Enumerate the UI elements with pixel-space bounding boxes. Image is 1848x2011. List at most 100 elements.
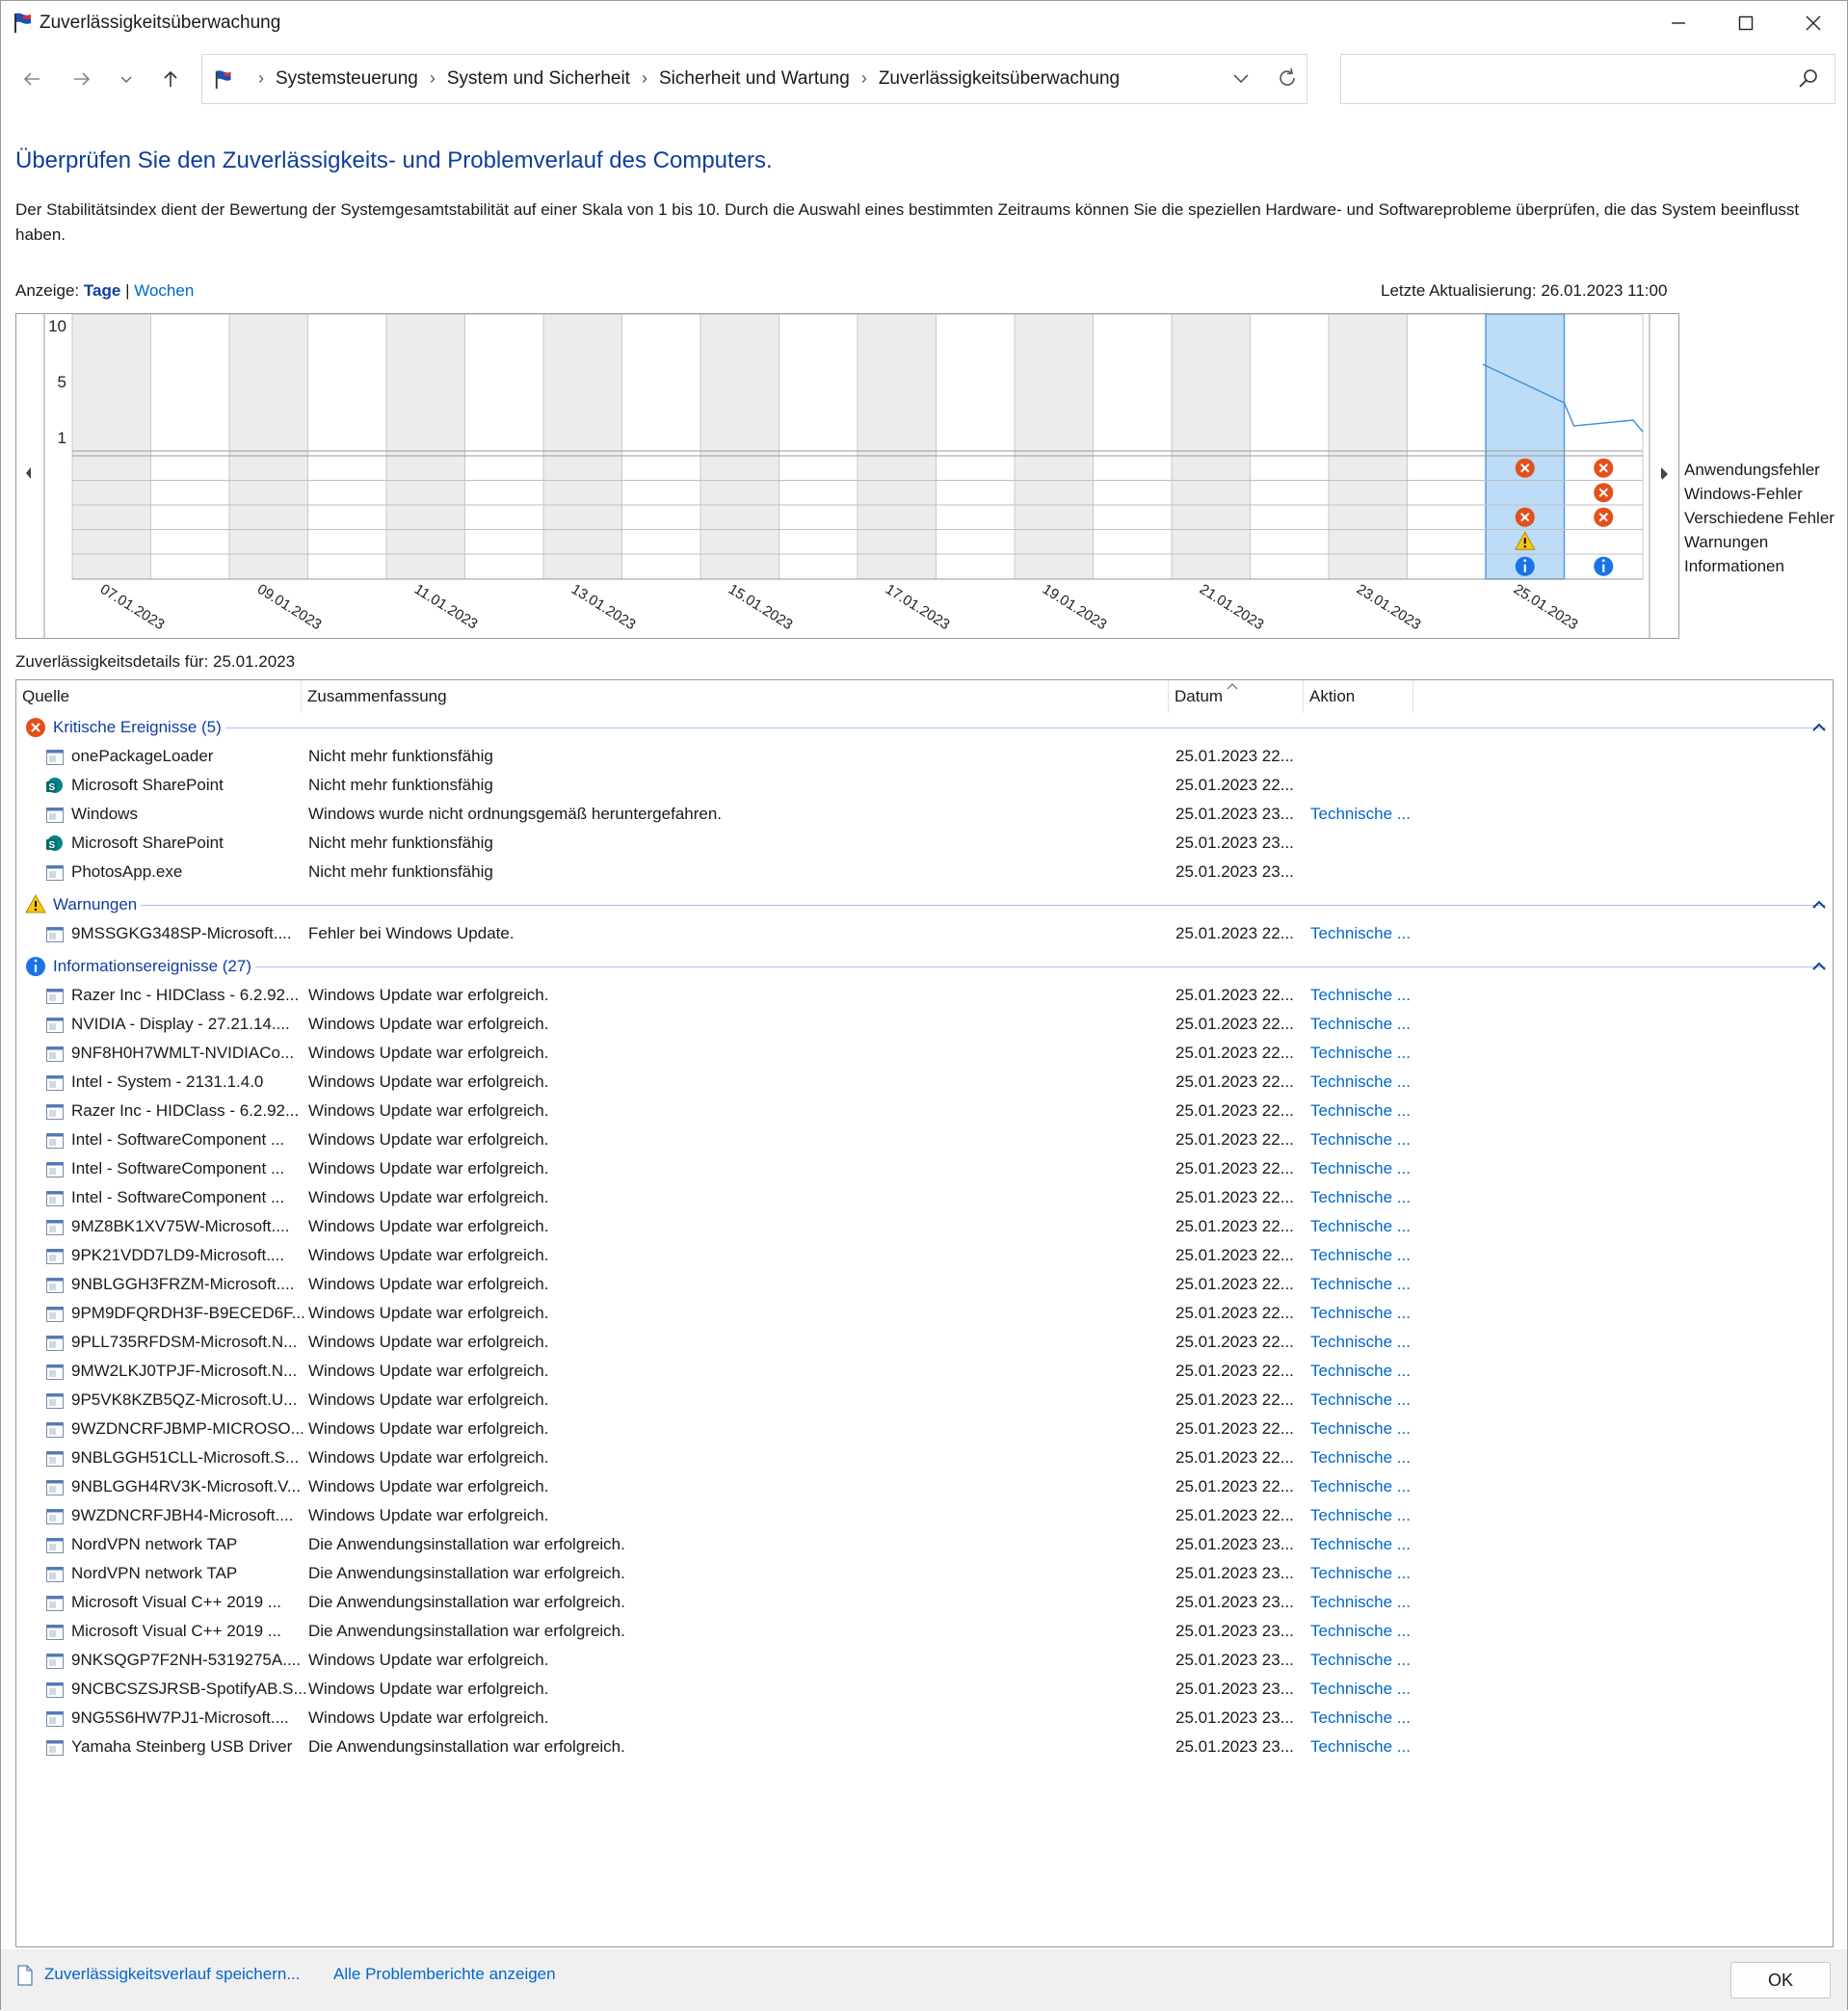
info-icon[interactable] (1515, 556, 1535, 576)
chart-day-column[interactable] (857, 313, 937, 580)
chart-day-column[interactable] (700, 313, 779, 580)
scroll-left-icon[interactable] (26, 467, 31, 479)
event-row[interactable]: NVIDIA - Display - 27.21.14.... Windows U… (16, 1010, 1833, 1039)
up-button[interactable] (151, 60, 190, 98)
action-link[interactable]: Technische ... (1310, 1501, 1411, 1530)
event-row[interactable]: Microsoft Visual C++ 2019 ... Die Anwendu… (16, 1617, 1833, 1646)
recent-locations-button[interactable] (107, 60, 145, 98)
breadcrumb-item-system-und-sicherheit[interactable]: System und Sicherheit (447, 68, 630, 90)
chart-day-column[interactable] (385, 313, 465, 580)
action-link[interactable]: Technische ... (1310, 1154, 1411, 1183)
action-link[interactable]: Technische ... (1310, 919, 1411, 948)
event-row[interactable]: 9WZDNCRFJBMP-MICROSO... Windows Update wa… (16, 1415, 1833, 1443)
search-input[interactable] (1340, 54, 1835, 104)
chart-day-column[interactable] (1093, 313, 1173, 580)
chart-day-column[interactable] (542, 313, 622, 580)
event-row[interactable]: 9P5VK8KZB5QZ-Microsoft.U... Windows Updat… (16, 1386, 1833, 1415)
action-link[interactable]: Technische ... (1310, 1183, 1411, 1212)
event-row[interactable]: NordVPN network TAP Die Anwendungsinstall… (16, 1559, 1833, 1588)
action-link[interactable]: Technische ... (1310, 1270, 1411, 1299)
event-row[interactable]: Intel - SoftwareComponent ... Windows Upd… (16, 1125, 1833, 1154)
error-icon[interactable] (1515, 458, 1535, 478)
event-row[interactable]: S Microsoft SharePoint Nicht mehr funktion… (16, 829, 1833, 858)
event-row[interactable]: Intel - SoftwareComponent ... Windows Upd… (16, 1183, 1833, 1212)
event-row[interactable]: Razer Inc - HIDClass - 6.2.92... Windows … (16, 1097, 1833, 1125)
chevron-up-icon[interactable] (1812, 900, 1826, 910)
close-button[interactable] (1780, 1, 1847, 44)
chart-day-column[interactable] (1014, 313, 1094, 580)
action-link[interactable]: Technische ... (1310, 1588, 1411, 1617)
event-row[interactable]: 9WZDNCRFJBH4-Microsoft.... Windows Update… (16, 1501, 1833, 1530)
critical-icon[interactable] (26, 718, 45, 737)
event-row[interactable]: S Microsoft SharePoint Nicht mehr funktion… (16, 771, 1833, 800)
chevron-down-icon[interactable] (1231, 68, 1251, 88)
action-link[interactable]: Technische ... (1310, 1415, 1411, 1443)
forward-button[interactable] (63, 60, 101, 98)
info-icon[interactable] (26, 957, 45, 976)
action-link[interactable]: Technische ... (1310, 981, 1411, 1010)
event-row[interactable]: 9MW2LKJ0TPJF-Microsoft.N... Windows Updat… (16, 1357, 1833, 1386)
info-group[interactable]: Informationsereignisse (27) (24, 952, 1826, 981)
action-link[interactable]: Technische ... (1310, 1443, 1411, 1472)
event-row[interactable]: 9NG5S6HW7PJ1-Microsoft.... Windows Update… (16, 1704, 1833, 1733)
chart-day-column[interactable] (779, 313, 858, 580)
action-link[interactable]: Technische ... (1310, 1097, 1411, 1125)
event-row[interactable]: 9NBLGGH3FRZM-Microsoft.... Windows Update… (16, 1270, 1833, 1299)
chart-day-column[interactable] (464, 313, 544, 580)
action-link[interactable]: Technische ... (1310, 1125, 1411, 1154)
event-row[interactable]: Windows Windows wurde nicht ordnungsgemäß… (16, 800, 1833, 829)
error-icon[interactable] (1594, 483, 1614, 503)
event-row[interactable]: 9NF8H0H7WMLT-NVIDIACo... Windows Update w… (16, 1039, 1833, 1068)
column-header-date[interactable]: Datum (1169, 680, 1304, 713)
chart-day-column[interactable] (71, 313, 151, 580)
view-days-link[interactable]: Tage (84, 281, 120, 300)
action-link[interactable]: Technische ... (1310, 1068, 1411, 1097)
event-row[interactable]: 9NCBCSZSJRSB-SpotifyAB.S... Windows Updat… (16, 1675, 1833, 1704)
critical-group[interactable]: Kritische Ereignisse (5) (24, 713, 1826, 742)
event-row[interactable]: Intel - SoftwareComponent ... Windows Upd… (16, 1154, 1833, 1183)
event-row[interactable]: 9NBLGGH4RV3K-Microsoft.V... Windows Updat… (16, 1472, 1833, 1501)
action-link[interactable]: Technische ... (1310, 1646, 1411, 1675)
warnings-icon[interactable] (25, 893, 46, 913)
action-link[interactable]: Technische ... (1310, 1241, 1411, 1270)
event-row[interactable]: 9PK21VDD7LD9-Microsoft.... Windows Update… (16, 1241, 1833, 1270)
error-icon[interactable] (1594, 507, 1614, 527)
error-icon[interactable] (1594, 458, 1614, 478)
details-list[interactable]: Quelle Zusammenfassung Datum Aktion Krit… (15, 679, 1834, 1947)
action-link[interactable]: Technische ... (1310, 1010, 1411, 1039)
chart-day-column[interactable] (307, 313, 387, 580)
event-row[interactable]: 9NBLGGH51CLL-Microsoft.S... Windows Updat… (16, 1443, 1833, 1472)
breadcrumb-item-sicherheit-und-wartung[interactable]: Sicherheit und Wartung (659, 68, 850, 90)
breadcrumb-item-systemsteuerung[interactable]: Systemsteuerung (276, 68, 418, 90)
event-row[interactable]: Razer Inc - HIDClass - 6.2.92... Windows … (16, 981, 1833, 1010)
action-link[interactable]: Technische ... (1310, 1357, 1411, 1386)
info-icon[interactable] (1594, 556, 1614, 576)
maximize-button[interactable] (1712, 1, 1780, 44)
chevron-up-icon[interactable] (1812, 962, 1826, 971)
chart-day-column[interactable] (150, 313, 230, 580)
event-row[interactable]: PhotosApp.exe Nicht mehr funktionsfähig 25… (16, 858, 1833, 886)
chart-day-column[interactable] (1328, 313, 1408, 580)
view-weeks-link[interactable]: Wochen (134, 281, 194, 300)
chevron-up-icon[interactable] (1812, 723, 1826, 732)
search-icon[interactable] (1798, 68, 1819, 90)
back-button[interactable] (13, 60, 51, 98)
warnings-group[interactable]: Warnungen (24, 890, 1826, 919)
column-header-action[interactable]: Aktion (1304, 680, 1413, 713)
action-link[interactable]: Technische ... (1310, 1212, 1411, 1241)
breadcrumb-item-zuverlaessigkeit[interactable]: Zuverlässigkeitsüberwachung (879, 68, 1120, 90)
action-link[interactable]: Technische ... (1310, 1617, 1411, 1646)
action-link[interactable]: Technische ... (1310, 1675, 1411, 1704)
reliability-chart[interactable]: 10 5 1 07.01.2023 09.01.2023 11.01.2023 13.01.… (15, 313, 1679, 639)
action-link[interactable]: Technische ... (1310, 1472, 1411, 1501)
action-link[interactable]: Technische ... (1310, 1299, 1411, 1328)
event-row[interactable]: 9PM9DFQRDH3F-B9ECED6F... Windows Update w… (16, 1299, 1833, 1328)
action-link[interactable]: Technische ... (1310, 1328, 1411, 1357)
ok-button[interactable]: OK (1730, 1962, 1831, 1998)
chart-day-column[interactable] (1564, 313, 1644, 580)
event-row[interactable]: 9MZ8BK1XV75W-Microsoft.... Windows Update… (16, 1212, 1833, 1241)
action-link[interactable]: Technische ... (1310, 1704, 1411, 1733)
chart-day-column[interactable] (228, 313, 308, 580)
scroll-right-icon[interactable] (1660, 467, 1670, 481)
action-link[interactable]: Technische ... (1310, 1386, 1411, 1415)
